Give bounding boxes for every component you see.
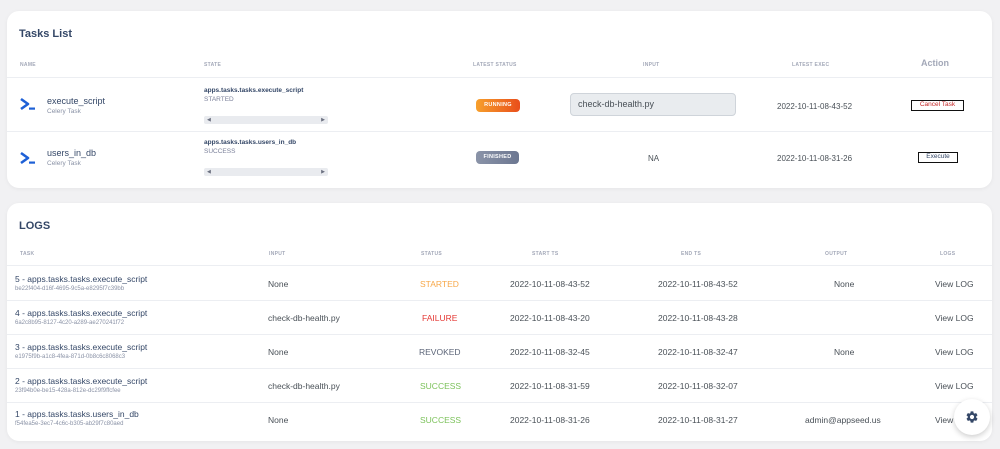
header-state: STATE bbox=[204, 62, 222, 68]
log-end: 2022-10-11-08-43-52 bbox=[658, 279, 738, 289]
view-log-link[interactable]: View LOG bbox=[935, 415, 956, 425]
header-status: STATUS bbox=[421, 251, 443, 257]
header-output: OUTPUT bbox=[825, 251, 848, 257]
scroll-left-icon[interactable]: ◀ bbox=[207, 116, 211, 124]
header-name: NAME bbox=[20, 62, 36, 68]
log-task-id: f54fea5e-3ec7-4c6c-b305-ab29f7c80aed bbox=[15, 421, 124, 427]
header-task: TASK bbox=[20, 251, 35, 257]
log-status: FAILURE bbox=[422, 313, 458, 323]
log-status: REVOKED bbox=[419, 347, 461, 357]
row-divider bbox=[7, 402, 992, 403]
task-type: Celery Task bbox=[47, 160, 81, 167]
log-task-name: 1 - apps.tasks.tasks.users_in_db bbox=[15, 409, 139, 419]
task-input-field[interactable]: check-db-health.py bbox=[570, 93, 736, 116]
log-task-name: 4 - apps.tasks.tasks.execute_script bbox=[15, 308, 148, 318]
row-divider bbox=[7, 368, 992, 369]
log-start: 2022-10-11-08-32-45 bbox=[510, 347, 590, 357]
view-log-link[interactable]: View LOG bbox=[935, 313, 974, 323]
log-task-id: 6a2c8b95-8127-4c20-a289-ae270241f72 bbox=[15, 320, 125, 326]
header-latest-exec: LATEST EXEC bbox=[792, 62, 830, 68]
log-end: 2022-10-11-08-43-28 bbox=[658, 313, 738, 323]
log-start: 2022-10-11-08-31-59 bbox=[510, 381, 590, 391]
state-scrollbar[interactable]: ◀ ▶ bbox=[204, 116, 328, 124]
log-input: check-db-health.py bbox=[268, 381, 340, 391]
header-input: INPUT bbox=[643, 62, 660, 68]
settings-button[interactable] bbox=[954, 399, 990, 435]
row-divider bbox=[7, 334, 992, 335]
log-output: None bbox=[834, 279, 855, 289]
row-divider bbox=[7, 131, 992, 132]
log-task-id: 23f94b0e-be15-428a-812e-dc29f9ffcfee bbox=[15, 388, 121, 394]
log-output: admin@appseed.us bbox=[805, 415, 881, 425]
task-name: users_in_db bbox=[47, 148, 97, 158]
scroll-right-icon[interactable]: ▶ bbox=[321, 168, 325, 176]
log-start: 2022-10-11-08-31-26 bbox=[510, 415, 590, 425]
log-end: 2022-10-11-08-32-47 bbox=[658, 347, 738, 357]
task-state-title: apps.tasks.tasks.execute_script bbox=[204, 87, 304, 94]
view-log-link[interactable]: View LOG bbox=[935, 381, 974, 391]
header-input: INPUT bbox=[269, 251, 286, 257]
view-log-link[interactable]: View LOG bbox=[935, 347, 974, 357]
log-task-id: e1975f9b-a1c8-4fea-871d-0b8c6c8068c3 bbox=[15, 354, 126, 360]
log-status: STARTED bbox=[420, 279, 459, 289]
status-badge: RUNNING bbox=[476, 99, 520, 112]
log-output: None bbox=[834, 347, 855, 357]
latest-exec: 2022-10-11-08-31-26 bbox=[777, 154, 853, 163]
row-divider bbox=[7, 77, 992, 78]
execute-button[interactable]: Execute bbox=[918, 152, 958, 163]
log-task-name: 5 - apps.tasks.tasks.execute_script bbox=[15, 274, 148, 284]
logs-title: LOGS bbox=[19, 220, 51, 232]
header-end-ts: END TS bbox=[681, 251, 702, 257]
task-type: Celery Task bbox=[47, 108, 81, 115]
state-scrollbar[interactable]: ◀ ▶ bbox=[204, 168, 328, 176]
log-status: SUCCESS bbox=[420, 381, 462, 391]
task-state-title: apps.tasks.tasks.users_in_db bbox=[204, 139, 297, 146]
status-badge: FINISHED bbox=[476, 151, 519, 164]
task-state: SUCCESS bbox=[204, 148, 236, 155]
log-task-id: be22f404-d16f-4695-9c5a-e8295f7c39bb bbox=[15, 286, 125, 292]
log-input: None bbox=[268, 415, 289, 425]
log-task-name: 2 - apps.tasks.tasks.execute_script bbox=[15, 376, 148, 386]
log-input: None bbox=[268, 347, 289, 357]
log-end: 2022-10-11-08-32-07 bbox=[658, 381, 738, 391]
log-status: SUCCESS bbox=[420, 415, 462, 425]
task-state: STARTED bbox=[204, 96, 234, 103]
header-start-ts: START TS bbox=[532, 251, 559, 257]
task-input-value: NA bbox=[648, 154, 660, 163]
cancel-task-button[interactable]: Cancel Task bbox=[911, 100, 964, 111]
log-task-name: 3 - apps.tasks.tasks.execute_script bbox=[15, 342, 148, 352]
log-start: 2022-10-11-08-43-52 bbox=[510, 279, 590, 289]
log-end: 2022-10-11-08-31-27 bbox=[658, 415, 738, 425]
row-divider bbox=[7, 300, 992, 301]
log-input: None bbox=[268, 279, 289, 289]
header-logs: LOGS bbox=[940, 251, 956, 257]
task-name: execute_script bbox=[47, 96, 106, 106]
row-divider bbox=[7, 265, 992, 266]
header-action: Action bbox=[921, 58, 949, 68]
scroll-right-icon[interactable]: ▶ bbox=[321, 116, 325, 124]
log-input: check-db-health.py bbox=[268, 313, 340, 323]
tasks-list-title: Tasks List bbox=[19, 28, 72, 40]
tasks-list-card: Tasks List NAME STATE LATEST STATUS INPU… bbox=[7, 11, 992, 188]
latest-exec: 2022-10-11-08-43-52 bbox=[777, 102, 853, 111]
log-start: 2022-10-11-08-43-20 bbox=[510, 313, 590, 323]
terminal-prompt-icon bbox=[20, 97, 36, 116]
logs-card: LOGS TASK INPUT STATUS START TS END TS O… bbox=[7, 203, 992, 441]
header-latest-status: LATEST STATUS bbox=[473, 62, 517, 68]
gear-icon bbox=[966, 411, 978, 423]
view-log-link[interactable]: View LOG bbox=[935, 279, 974, 289]
terminal-prompt-icon bbox=[20, 151, 36, 170]
scroll-left-icon[interactable]: ◀ bbox=[207, 168, 211, 176]
